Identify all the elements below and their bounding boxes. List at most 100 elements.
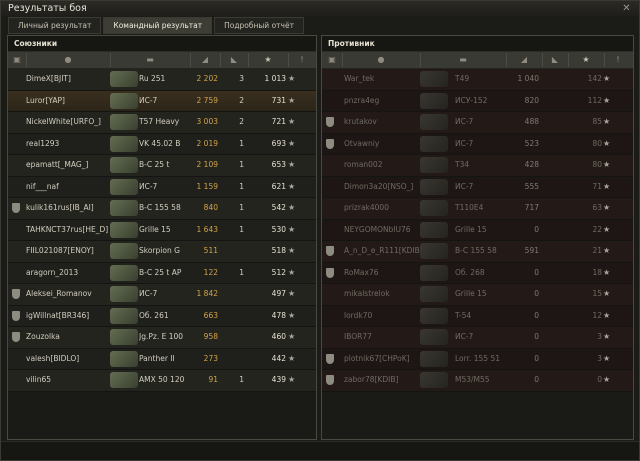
player-row[interactable]: lordk70 T-54 0 12 ★ — [322, 305, 633, 327]
tank-icon — [420, 220, 450, 240]
info-icon: ! — [616, 55, 620, 64]
player-row[interactable]: igWillnat[BR346] Об. 261 663 478 ★ — [8, 305, 316, 327]
tank-name: Jg.Pz. E 100 — [139, 332, 184, 341]
kills-value — [222, 241, 244, 261]
player-row[interactable]: Dimon3a20[NSO_] ИС-7 555 71 ★ — [322, 176, 633, 198]
player-row[interactable]: War_tek T49 1 040 142 ★ — [322, 69, 633, 91]
clan-badge-icon — [326, 117, 334, 127]
clan-cell — [12, 177, 22, 197]
tank-icon — [110, 69, 140, 89]
player-row[interactable]: Zouzolka Jg.Pz. E 100 958 460 ★ — [8, 327, 316, 349]
xp-star-icon: ★ — [288, 95, 296, 105]
player-row[interactable]: mikalstrelok Grille 15 0 15 ★ — [322, 284, 633, 306]
damage-value: 523 — [524, 138, 539, 148]
player-row[interactable]: Otvawniy ИС-7 523 80 ★ — [322, 133, 633, 155]
close-icon[interactable]: ✕ — [621, 3, 632, 14]
xp-value: 12 — [592, 310, 602, 320]
player-row[interactable]: kulik161rus[IB_AI] B-C 155 58 840 1 542 ★ — [8, 198, 316, 220]
player-row[interactable]: epamatt[_MAG_] B-C 25 t 2 109 1 653 ★ — [8, 155, 316, 177]
xp-value: 0 — [597, 375, 602, 384]
player-row[interactable]: NickelWhite[URFO_] T57 Heavy 3 003 2 721 ★ — [8, 112, 316, 134]
tank-name: T57 Heavy — [139, 117, 180, 126]
player-name: mikalstrelok — [344, 289, 390, 298]
xp-star-icon: ★ — [603, 224, 611, 234]
player-row[interactable]: plotnik67[CHPoK] Lorr. 155 51 0 3 ★ — [322, 348, 633, 370]
tank-name: ИСУ-152 — [455, 95, 488, 105]
clan-icon: ▣ — [13, 55, 21, 64]
player-row[interactable]: TAHKNCT37rus[HE_D] Grille 15 1 643 1 530 ★ — [8, 219, 316, 241]
tab-detailed-report[interactable]: Подробный отчёт — [214, 17, 304, 34]
xp-value: 512 — [271, 267, 286, 277]
player-row[interactable]: FIIL021087[ENOY] Skorpion G 511 518 ★ — [8, 241, 316, 263]
xp-star-icon: ★ — [288, 246, 296, 255]
damage-value: 488 — [524, 117, 539, 126]
tank-icon — [420, 91, 450, 111]
clan-cell — [12, 91, 22, 111]
player-row[interactable]: vilin65 AMX 50 120 91 1 439 ★ — [8, 370, 316, 392]
clan-cell — [326, 91, 336, 111]
allies-list: DimeX[BJIT] Ru 251 2 202 3 1 013 ★ Luror[YAP] И… — [8, 69, 316, 392]
player-row[interactable]: IBOR77 ИС-7 0 3 ★ — [322, 327, 633, 349]
damage-value: 3 003 — [196, 117, 218, 126]
tank-icon — [420, 198, 450, 218]
damage-icon[interactable]: ◢ — [190, 52, 220, 68]
player-name: Otvawniy — [344, 138, 380, 148]
tab-team-result[interactable]: Командный результат — [103, 17, 213, 34]
damage-value: 1 159 — [196, 181, 218, 191]
xp-star-icon[interactable]: ★ — [248, 52, 288, 68]
player-row[interactable]: prizrak4000 T110E4 717 63 ★ — [322, 198, 633, 220]
clan-cell — [326, 284, 336, 304]
tab-personal-result[interactable]: Личный результат — [8, 17, 102, 34]
player-row[interactable]: Aleksei_Romanov ИС-7 1 842 497 ★ — [8, 284, 316, 306]
tank-icon — [420, 177, 450, 197]
player-name: DimeX[BJIT] — [26, 74, 71, 83]
kills-value: 2 — [239, 95, 244, 105]
player-row[interactable]: aragorn_2013 B-C 25 t AP 122 1 512 ★ — [8, 262, 316, 284]
xp-star-icon: ★ — [288, 117, 296, 126]
player-name: IBOR77 — [344, 332, 372, 341]
xp-value: 621 — [271, 181, 286, 191]
xp-star-icon: ★ — [288, 74, 296, 83]
damage-value: 2 019 — [196, 138, 218, 148]
damage-icon[interactable]: ◢ — [506, 52, 542, 68]
xp-value: 460 — [271, 332, 286, 341]
player-row[interactable]: DimeX[BJIT] Ru 251 2 202 3 1 013 ★ — [8, 69, 316, 91]
xp-value: 15 — [592, 289, 602, 298]
xp-value: 731 — [271, 95, 286, 105]
kills-value: 1 — [239, 181, 244, 191]
player-row[interactable]: roman002 T34 428 80 ★ — [322, 155, 633, 177]
player-row[interactable]: RoMax76 Об. 268 0 18 ★ — [322, 262, 633, 284]
clan-badge-icon — [12, 289, 20, 299]
tank-icon[interactable]: ▬ — [420, 52, 506, 68]
player-row[interactable]: krutakov ИС-7 488 85 ★ — [322, 112, 633, 134]
tank-icon — [420, 155, 450, 175]
xp-value: 3 — [597, 353, 602, 363]
tank-icon[interactable]: ▬ — [110, 52, 190, 68]
player-row[interactable]: real1293 VK 45.02 B 2 019 1 693 ★ — [8, 133, 316, 155]
kills-icon[interactable]: ◣ — [542, 52, 568, 68]
kills-value — [222, 284, 244, 304]
player-row[interactable]: Luror[YAP] ИС-7 2 759 2 731 ★ — [8, 90, 316, 112]
kills-icon[interactable]: ◣ — [220, 52, 248, 68]
enemies-header-row: ▣ ● ▬ ◢ ◣ ★ ! — [322, 52, 633, 69]
player-row[interactable]: nif___naf ИС-7 1 159 1 621 ★ — [8, 176, 316, 198]
player-icon[interactable]: ● — [26, 52, 110, 68]
player-row[interactable]: NEYGOMONblU76 Grille 15 0 22 ★ — [322, 219, 633, 241]
tank-icon — [420, 69, 450, 89]
player-row[interactable]: valesh[BIDLO] Panther II 273 442 ★ — [8, 348, 316, 370]
clan-cell — [12, 306, 22, 326]
xp-star-icon[interactable]: ★ — [568, 52, 604, 68]
kills-value — [546, 155, 566, 175]
allies-title: Союзники — [8, 36, 316, 52]
kills-value — [222, 349, 244, 369]
player-icon[interactable]: ● — [342, 52, 420, 68]
battle-results-window: Результаты боя ✕ Личный результат Команд… — [0, 0, 640, 461]
player-row[interactable]: A_n_D_e_R111[KDIB] B-C 155 58 591 21 ★ — [322, 241, 633, 263]
player-row[interactable]: pnzra4eg ИСУ-152 820 112 ★ — [322, 90, 633, 112]
player-name: A_n_D_e_R111[KDIB] — [344, 246, 423, 255]
player-name: Aleksei_Romanov — [26, 289, 92, 298]
player-name: RoMax76 — [344, 267, 379, 277]
info-icon: ! — [300, 55, 304, 64]
tank-icon — [110, 241, 140, 261]
player-row[interactable]: zabor78[KDIB] M53/M55 0 0 ★ — [322, 370, 633, 392]
